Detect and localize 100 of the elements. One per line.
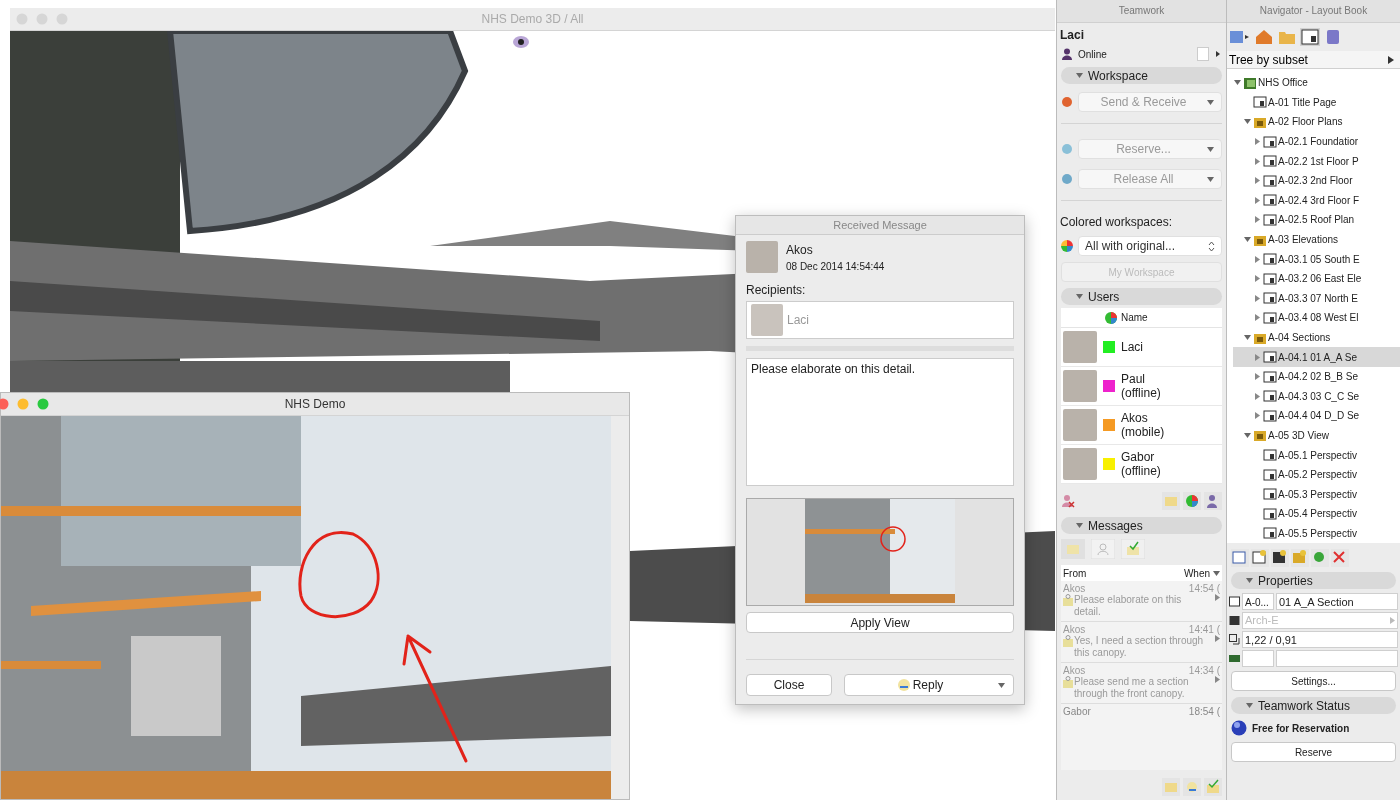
section-header[interactable]: Users [1061, 288, 1222, 305]
user-status: (offline) [1121, 464, 1161, 478]
column-header[interactable]: When [1183, 567, 1210, 579]
avatar [1063, 448, 1097, 480]
column-header[interactable]: From [1063, 567, 1182, 579]
layout-icon[interactable] [1300, 28, 1320, 46]
sort-icon[interactable] [1212, 569, 1220, 577]
expand-triangle-icon[interactable] [1243, 431, 1252, 440]
check-envelope-icon[interactable] [1204, 778, 1222, 796]
house-icon[interactable] [1254, 28, 1274, 46]
user-status: (offline) [1121, 386, 1161, 400]
layout-icon [1263, 310, 1277, 325]
new-layout-icon[interactable] [1231, 549, 1249, 567]
remove-user-icon[interactable] [1061, 494, 1075, 508]
close-button[interactable]: Close [746, 674, 832, 696]
envelope-icon [1063, 676, 1073, 688]
new-master-icon[interactable] [1271, 549, 1289, 567]
avatar [1063, 370, 1097, 402]
users-icon[interactable] [1204, 492, 1222, 510]
tree-item[interactable]: A-03.4 08 West El [1253, 308, 1400, 328]
recipients-label: Recipients: [746, 283, 807, 297]
subset-folder-icon [1253, 115, 1267, 129]
user-name: Laci [1121, 340, 1143, 354]
layout-icon [1263, 173, 1277, 188]
tree-item[interactable]: A-05.3 Perspectiv [1253, 484, 1400, 505]
section-header[interactable]: Messages [1061, 517, 1222, 534]
section-header[interactable]: Teamwork Status [1231, 697, 1396, 714]
caret-icon [997, 681, 1006, 690]
reserve-button[interactable]: Reserve [1231, 742, 1396, 762]
tree-item[interactable]: A-04.2 02 B_B Se [1253, 366, 1400, 387]
tree-item[interactable]: A-03.2 06 East Ele [1253, 268, 1400, 289]
layout-icon [1263, 350, 1277, 365]
view-mode-select[interactable]: Tree by subset [1227, 51, 1400, 69]
tree-item[interactable]: A-04.3 03 C_C Se [1253, 386, 1400, 407]
avatar [746, 241, 778, 273]
tree-item[interactable]: A-04.1 01 A_A Se [1233, 347, 1400, 367]
layout-icon [1263, 506, 1277, 521]
expand-triangle-icon[interactable] [1243, 333, 1252, 342]
color-wheel-icon[interactable] [1183, 492, 1201, 510]
tree-item[interactable]: A-04.4 04 D_D Se [1253, 406, 1400, 426]
avatar [751, 304, 783, 336]
arrow-icon [1390, 617, 1395, 624]
disclosure-icon [1245, 701, 1254, 710]
layout-icon [1263, 193, 1277, 208]
eye-icon[interactable] [512, 35, 530, 49]
layout-icon [1263, 134, 1277, 149]
tree-item[interactable]: A-02.5 Roof Plan [1253, 210, 1400, 230]
user-name: Laci [1059, 27, 1085, 44]
arrow-icon [1215, 594, 1220, 601]
tree-item[interactable]: A-05.1 Perspectiv [1253, 445, 1400, 465]
name-field[interactable]: 01 A_A Section [1276, 593, 1398, 610]
layout-icon [1263, 448, 1277, 463]
tree-item[interactable]: A-05.5 Perspectiv [1253, 523, 1400, 543]
tree-item[interactable]: A-03.1 05 South E [1253, 249, 1400, 269]
column-header[interactable]: Name [1121, 312, 1148, 323]
reply-button[interactable]: Reply [844, 674, 1014, 696]
tree-item[interactable]: A-03 Elevations [1243, 229, 1400, 250]
tree-item[interactable]: A-04 Sections [1243, 327, 1400, 348]
user-name: Akos [1121, 411, 1149, 425]
layout-icon [1263, 154, 1277, 169]
size-field[interactable]: 1,22 / 0,91 [1242, 631, 1398, 648]
layout-icon [1263, 369, 1277, 384]
expand-triangle-icon[interactable] [1243, 117, 1252, 127]
settings-button[interactable]: Settings... [1231, 671, 1396, 691]
subset-folder-icon [1253, 428, 1267, 443]
section-header[interactable]: Workspace [1061, 67, 1222, 84]
window-control-icon[interactable] [0, 398, 9, 410]
tree-item[interactable]: A-02.4 3rd Floor F [1253, 190, 1400, 211]
tree-item[interactable]: A-05.2 Perspectiv [1253, 464, 1400, 485]
user-name: Gabor [1121, 450, 1156, 464]
disclosure-icon [1245, 576, 1254, 585]
window-title: NHS Demo [284, 397, 346, 411]
tree-item[interactable]: A-02.3 2nd Floor [1253, 170, 1400, 191]
tree-item[interactable]: A-03.3 07 North E [1253, 288, 1400, 309]
layout-icon [1253, 95, 1267, 110]
colored-workspaces-label: Colored workspaces: [1059, 214, 1174, 231]
colored-workspaces-select[interactable]: All with original... [1078, 236, 1222, 256]
tree-item[interactable]: A-01 Title Page [1243, 92, 1400, 113]
layout-icon [1263, 212, 1277, 227]
tree-item[interactable]: NHS Office [1233, 73, 1400, 93]
tree-item[interactable]: A-02.1 Foundatior [1253, 131, 1400, 152]
expand-triangle-icon[interactable] [1243, 235, 1252, 245]
view-thumbnail[interactable] [805, 499, 955, 603]
disclosure-icon [1075, 521, 1084, 530]
tree-item[interactable]: A-05.4 Perspectiv [1253, 504, 1400, 524]
tree-item[interactable]: A-05 3D View [1243, 425, 1400, 446]
message-body: Please elaborate on this detail. [746, 358, 1014, 486]
expand-triangle-icon[interactable] [1233, 78, 1242, 88]
section-header[interactable]: Properties [1231, 572, 1396, 589]
check-envelope-icon[interactable] [1121, 539, 1145, 559]
window-control-icon[interactable] [37, 398, 49, 410]
tree-item[interactable]: A-02.2 1st Floor P [1253, 151, 1400, 171]
sender-name: Akos [786, 242, 814, 257]
message-date: 08 Dec 2014 14:54:44 [786, 260, 885, 272]
apply-view-button[interactable]: Apply View [746, 612, 1014, 633]
tree-item[interactable]: A-02 Floor Plans [1243, 112, 1400, 132]
id-field[interactable]: A-0... [1242, 593, 1274, 610]
delete-icon[interactable] [1331, 549, 1349, 567]
revision-field[interactable] [1242, 650, 1274, 667]
revision-field[interactable] [1276, 650, 1398, 667]
